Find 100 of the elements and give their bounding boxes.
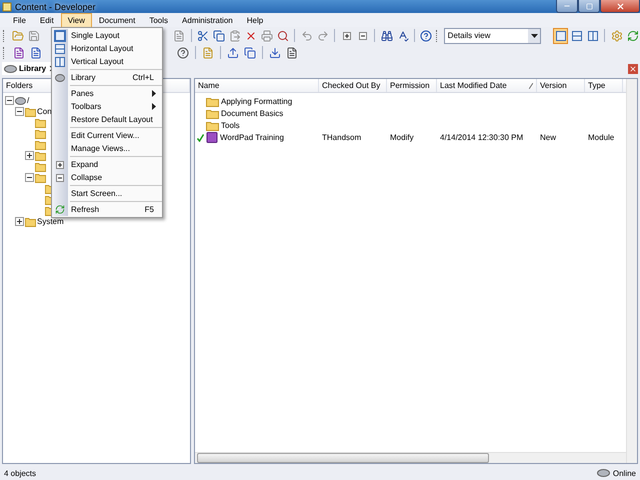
close-button[interactable] — [600, 0, 640, 13]
menu-item[interactable]: Refresh F5 — [52, 203, 162, 216]
drive-icon — [4, 64, 17, 72]
menu-item[interactable]: Administration — [175, 13, 240, 27]
menu-item[interactable]: View — [60, 13, 92, 27]
table-cell-text: Module — [587, 133, 616, 142]
spell-check-icon — [396, 30, 409, 42]
folder-icon — [25, 106, 36, 116]
tree-item-label[interactable]: System — [37, 217, 64, 226]
horizontal-layout-icon — [572, 30, 582, 40]
document-icon — [286, 46, 298, 58]
table-cell-text: Modify — [389, 133, 415, 142]
document-icon — [202, 46, 214, 58]
folder-icon — [35, 172, 46, 182]
menu-item[interactable]: Restore Default Layout — [52, 113, 162, 126]
menu-item[interactable]: Vertical Layout — [52, 55, 162, 68]
upload-icon — [227, 46, 239, 58]
document-icon — [30, 46, 42, 58]
menu-item[interactable]: Toolbars — [52, 100, 162, 113]
help-icon — [420, 30, 432, 42]
copy-icon — [244, 46, 256, 58]
scissors-icon — [197, 30, 210, 42]
horizontal-scrollbar[interactable] — [195, 452, 626, 463]
plus-icon — [56, 160, 64, 168]
dropdown-arrow-icon — [530, 34, 538, 38]
column-header[interactable]: Version — [537, 79, 585, 92]
tree-item-label[interactable]: / — [27, 96, 30, 105]
single-layout-icon — [55, 30, 65, 40]
book-icon — [206, 132, 218, 143]
drive-icon — [55, 74, 65, 82]
collapse-toggle[interactable] — [25, 173, 34, 182]
single-layout-icon — [556, 30, 566, 40]
folder-icon — [35, 150, 46, 160]
window-title: Content - Developer — [15, 2, 97, 12]
horizontal-layout-icon — [55, 44, 65, 54]
menu-item[interactable]: Document — [92, 13, 142, 27]
maximize-button[interactable] — [578, 0, 600, 13]
menu-item[interactable]: Expand — [52, 158, 162, 171]
help-icon — [177, 46, 189, 58]
menu-item[interactable]: Edit Current View... — [52, 129, 162, 142]
document-icon — [173, 30, 186, 42]
folder-icon — [35, 128, 46, 138]
help-button[interactable] — [175, 44, 191, 60]
folder-icon — [206, 108, 219, 118]
menu-item[interactable]: Horizontal Layout — [52, 42, 162, 55]
column-header[interactable]: Permission — [387, 79, 437, 92]
connection-status: Online — [612, 468, 636, 478]
expand-toggle[interactable] — [25, 151, 34, 160]
expand-toggle[interactable] — [15, 217, 24, 226]
menu-item[interactable]: Edit — [32, 13, 61, 27]
folder-icon — [35, 118, 46, 128]
menu-item[interactable]: Single Layout — [52, 29, 162, 42]
column-header[interactable]: Name — [195, 79, 319, 92]
menu-item[interactable]: Tools — [142, 13, 176, 27]
clipboard-icon — [229, 30, 242, 42]
menu-item[interactable]: Help — [240, 13, 270, 27]
drive-icon — [596, 469, 610, 477]
plus-icon — [342, 32, 351, 40]
binoculars-icon — [380, 30, 393, 42]
column-header[interactable]: Checked Out By — [319, 79, 387, 92]
undo-icon — [300, 30, 313, 42]
menu-item[interactable]: File — [6, 13, 33, 27]
column-header[interactable]: Last Modified Date — [437, 79, 537, 92]
copy-button[interactable] — [212, 28, 227, 44]
close-pane-button[interactable] — [628, 64, 638, 74]
minus-icon — [358, 32, 367, 40]
refresh-icon — [55, 204, 65, 215]
help-button[interactable] — [418, 28, 434, 44]
folder-icon — [35, 140, 46, 150]
close-icon — [629, 64, 637, 72]
folder-icon — [35, 162, 46, 172]
folder-icon — [25, 216, 36, 226]
tree-item-label[interactable]: Con — [37, 107, 52, 116]
search-icon — [276, 30, 289, 42]
collapse-toggle[interactable] — [5, 96, 14, 105]
folder-icon — [12, 30, 24, 42]
menu-item[interactable]: Start Screen... — [52, 187, 162, 200]
table-cell[interactable]: WordPad Training — [195, 132, 319, 143]
table-cell[interactable]: Document Basics — [195, 108, 319, 118]
toolbar-button[interactable] — [242, 44, 258, 60]
menu-item[interactable]: Panes — [52, 87, 162, 100]
table-cell-text: New — [539, 133, 558, 142]
menu-item[interactable]: Collapse — [52, 171, 162, 184]
menu-item[interactable]: Library Ctrl+L — [52, 71, 162, 84]
minus-icon — [56, 174, 64, 182]
delete-icon — [245, 30, 257, 42]
menu-item[interactable]: Manage Views... — [52, 142, 162, 155]
table-cell[interactable]: Applying Formatting — [195, 96, 319, 106]
status-text: 4 objects — [4, 468, 36, 478]
collapse-toggle[interactable] — [15, 107, 24, 116]
app-icon — [2, 2, 12, 12]
redo-icon — [316, 30, 329, 42]
document-icon — [13, 46, 25, 58]
layout-button[interactable] — [553, 28, 568, 44]
table-cell[interactable]: Tools — [195, 120, 319, 130]
minimize-button[interactable] — [556, 0, 578, 13]
view-select[interactable]: Details view — [444, 28, 542, 44]
vertical-scrollbar[interactable] — [626, 79, 637, 463]
vertical-layout-icon — [55, 56, 65, 66]
column-header[interactable]: Type — [585, 79, 623, 92]
